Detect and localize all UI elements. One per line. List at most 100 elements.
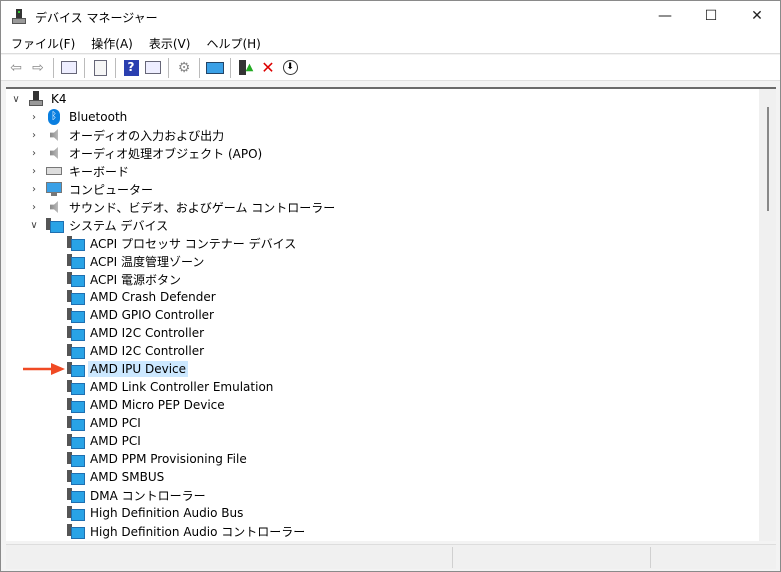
device-item[interactable]: ACPI プロセッサ コンテナー デバイス <box>67 234 298 252</box>
chevron-right-icon[interactable]: › <box>28 184 40 195</box>
device-label: AMD PCI <box>90 434 141 448</box>
properties-icon[interactable] <box>89 57 111 79</box>
system-device-icon <box>67 469 85 485</box>
device-label: AMD IPU Device <box>88 361 189 377</box>
chevron-right-icon[interactable]: › <box>28 112 40 123</box>
vertical-scrollbar[interactable] <box>759 89 776 541</box>
action-pane-icon[interactable] <box>142 57 164 79</box>
keyboard-icon <box>46 163 62 179</box>
maximize-button[interactable]: ☐ <box>688 1 734 31</box>
system-device-icon <box>67 235 85 251</box>
bluetooth-icon: ᛒ <box>46 109 62 125</box>
scan-hardware-icon[interactable] <box>204 57 226 79</box>
category-label: サウンド、ビデオ、およびゲーム コントローラー <box>69 200 336 215</box>
scrollbar-thumb[interactable] <box>767 107 769 211</box>
device-item[interactable]: AMD GPIO Controller <box>67 306 216 324</box>
device-label: AMD GPIO Controller <box>90 308 214 322</box>
tree-category[interactable]: › オーディオの入力および出力 <box>28 126 226 144</box>
tree-category[interactable]: › コンピューター <box>28 180 155 198</box>
tree-category[interactable]: › キーボード <box>28 162 131 180</box>
device-label: High Definition Audio Bus <box>90 506 244 520</box>
device-item[interactable]: AMD PCI <box>67 414 143 432</box>
chevron-down-icon[interactable]: ∨ <box>10 94 22 105</box>
toolbar: ⇦ ⇨ ? ⚙ ▲ ✕ ⬇ <box>1 55 780 81</box>
show-hide-console-tree-icon[interactable] <box>58 57 80 79</box>
window-title: デバイス マネージャー <box>35 10 158 25</box>
device-item[interactable]: ACPI 電源ボタン <box>67 270 183 288</box>
system-device-icon <box>67 523 85 539</box>
tree-category[interactable]: ∨ システム デバイス <box>28 216 170 234</box>
chevron-right-icon[interactable]: › <box>28 202 40 213</box>
chevron-right-icon[interactable]: › <box>28 148 40 159</box>
system-device-icon <box>67 451 85 467</box>
tree-category[interactable]: › ᛒ Bluetooth <box>28 108 129 126</box>
device-label: AMD I2C Controller <box>90 326 205 340</box>
system-device-icon <box>67 379 85 395</box>
device-label: AMD I2C Controller <box>90 344 205 358</box>
system-device-icon <box>67 415 85 431</box>
device-label: AMD Crash Defender <box>90 290 216 304</box>
tree-category[interactable]: › サウンド、ビデオ、およびゲーム コントローラー <box>28 198 337 216</box>
system-device-icon <box>67 505 85 521</box>
menu-bar: ファイル(F) 操作(A) 表示(V) ヘルプ(H) <box>1 33 780 54</box>
chevron-right-icon[interactable]: › <box>28 166 40 177</box>
system-device-icon <box>67 361 85 377</box>
status-bar <box>6 544 776 569</box>
system-device-icon <box>67 325 85 341</box>
help-icon[interactable]: ? <box>120 57 142 79</box>
device-label: AMD PPM Provisioning File <box>90 452 247 466</box>
device-item[interactable]: AMD IPU Device <box>67 360 189 378</box>
device-item[interactable]: AMD I2C Controller <box>67 342 206 360</box>
audio-io-icon <box>46 127 62 143</box>
device-item[interactable]: AMD Crash Defender <box>67 288 218 306</box>
system-devices-icon <box>46 217 64 233</box>
device-label: DMA コントローラー <box>90 488 206 503</box>
device-item[interactable]: AMD I2C Controller <box>67 324 206 342</box>
tree-root[interactable]: ∨ K4 <box>10 90 69 108</box>
menu-file[interactable]: ファイル(F) <box>5 35 81 52</box>
device-label: High Definition Audio コントローラー <box>90 524 306 539</box>
device-item[interactable]: AMD PCI <box>67 432 143 450</box>
system-device-icon <box>67 433 85 449</box>
system-device-icon <box>67 289 85 305</box>
sound-video-game-icon <box>46 199 62 215</box>
device-label: ACPI プロセッサ コンテナー デバイス <box>90 236 297 251</box>
menu-action[interactable]: 操作(A) <box>85 35 139 52</box>
device-item[interactable]: High Definition Audio Bus <box>67 504 245 522</box>
device-label: AMD SMBUS <box>90 470 165 484</box>
device-item[interactable]: ACPI 温度管理ゾーン <box>67 252 206 270</box>
minimize-button[interactable]: — <box>642 1 688 31</box>
device-item[interactable]: DMA コントローラー <box>67 486 208 504</box>
enable-device-icon[interactable]: ▲ <box>235 57 257 79</box>
device-item[interactable]: AMD Link Controller Emulation <box>67 378 275 396</box>
category-label: システム デバイス <box>69 218 169 233</box>
chevron-down-icon[interactable]: ∨ <box>28 220 40 231</box>
menu-help[interactable]: ヘルプ(H) <box>200 35 266 52</box>
device-manager-window: デバイス マネージャー — ☐ ✕ ファイル(F) 操作(A) 表示(V) ヘル… <box>0 0 781 572</box>
close-button[interactable]: ✕ <box>734 1 780 31</box>
update-driver-icon[interactable]: ⚙ <box>173 57 195 79</box>
device-item[interactable]: AMD SMBUS <box>67 468 166 486</box>
system-device-icon <box>67 397 85 413</box>
category-label: オーディオの入力および出力 <box>69 128 225 143</box>
device-tree: ∨ K4 › ᛒ Bluetooth › オーディオの入力および出力 › オーディオ処理オブ… <box>6 87 776 541</box>
device-label: AMD Link Controller Emulation <box>90 380 274 394</box>
back-icon[interactable]: ⇦ <box>5 57 27 79</box>
device-label: ACPI 温度管理ゾーン <box>90 254 205 269</box>
system-device-icon <box>67 253 85 269</box>
device-item[interactable]: High Definition Audio コントローラー <box>67 522 307 540</box>
audio-apo-icon <box>46 145 62 161</box>
device-label: AMD PCI <box>90 416 141 430</box>
system-device-icon <box>67 307 85 323</box>
uninstall-icon[interactable]: ✕ <box>257 57 279 79</box>
forward-icon[interactable]: ⇨ <box>27 57 49 79</box>
category-label: オーディオ処理オブジェクト (APO) <box>69 146 263 161</box>
device-item[interactable]: AMD Micro PEP Device <box>67 396 227 414</box>
device-item[interactable]: AMD PPM Provisioning File <box>67 450 249 468</box>
tree-category[interactable]: › オーディオ処理オブジェクト (APO) <box>28 144 264 162</box>
chevron-right-icon[interactable]: › <box>28 130 40 141</box>
category-label: キーボード <box>69 164 130 179</box>
menu-view[interactable]: 表示(V) <box>143 35 197 52</box>
disable-icon[interactable]: ⬇ <box>279 57 301 79</box>
system-device-icon <box>67 487 85 503</box>
